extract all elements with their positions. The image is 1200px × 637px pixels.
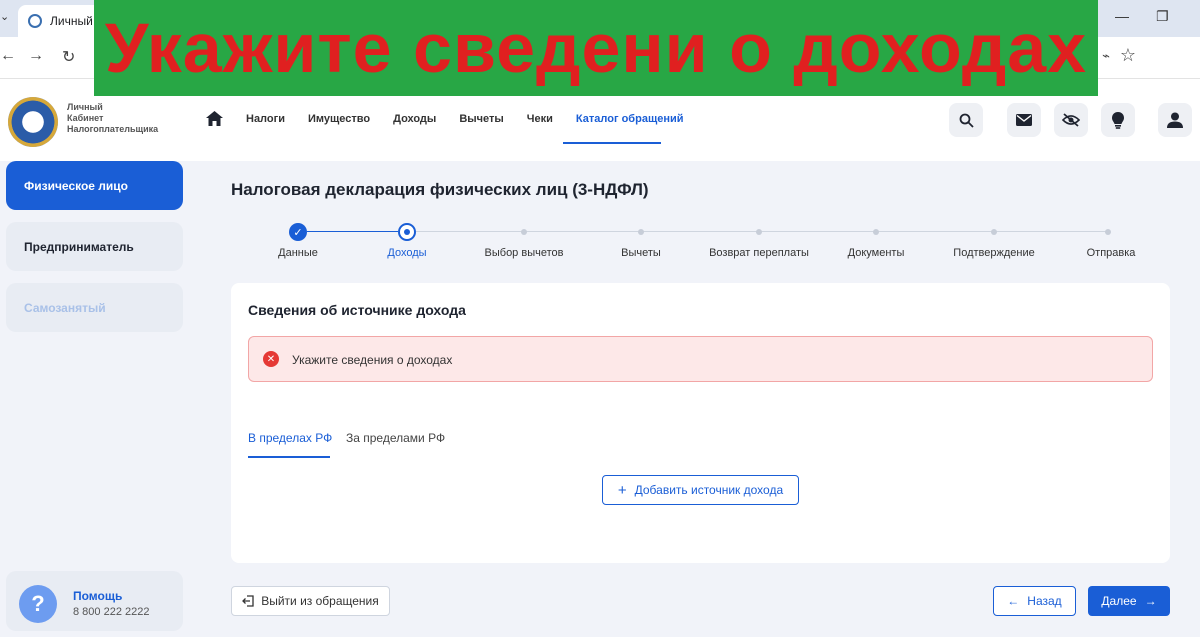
- fns-emblem-logo[interactable]: [8, 97, 58, 147]
- mail-icon: [1016, 114, 1032, 126]
- tab-list-chevron-icon[interactable]: ⌄: [0, 10, 9, 23]
- step-current-marker[interactable]: [398, 223, 416, 241]
- nav-item-deductions[interactable]: Вычеты: [459, 113, 503, 125]
- sidebar-item-self-employed: Самозанятый: [6, 283, 183, 332]
- card-title: Сведения об источнике дохода: [248, 302, 466, 318]
- exit-request-button[interactable]: Выйти из обращения: [231, 586, 390, 616]
- tab-outside-russia[interactable]: За пределами РФ: [346, 431, 445, 445]
- error-alert: ✕ Укажите сведения о доходах: [248, 336, 1153, 382]
- search-icon: [959, 113, 974, 128]
- page-title: Налоговая декларация физических лиц (3-Н…: [231, 180, 649, 199]
- step-dot: [756, 229, 762, 235]
- logo-line: Кабинет: [67, 113, 104, 123]
- tab-within-russia[interactable]: В пределах РФ: [248, 431, 332, 445]
- help-phone: 8 800 222 2222: [73, 606, 150, 618]
- back-arrow-icon[interactable]: ←: [0, 47, 16, 65]
- sidebar-item-label: Физическое лицо: [24, 178, 129, 193]
- help-title: Помощь: [73, 589, 123, 603]
- plus-icon: +: [617, 481, 627, 499]
- nav-active-indicator: [563, 142, 661, 144]
- profile-button[interactable]: [1158, 103, 1192, 137]
- step-label-income[interactable]: Доходы: [387, 247, 426, 259]
- user-icon: [1167, 112, 1183, 128]
- tab-active-indicator: [248, 456, 330, 458]
- logo-line: Налогоплательщика: [67, 124, 159, 134]
- back-button-label: Назад: [1027, 594, 1062, 608]
- forward-arrow-icon[interactable]: →: [28, 47, 44, 65]
- add-income-source-button[interactable]: + Добавить источник дохода: [602, 475, 799, 505]
- step-label-sending: Отправка: [1086, 247, 1136, 259]
- step-label-documents: Документы: [847, 247, 905, 259]
- step-label-data[interactable]: Данные: [278, 247, 318, 259]
- add-button-label: Добавить источник дохода: [634, 483, 784, 497]
- restore-window-icon[interactable]: ❐: [1156, 8, 1169, 25]
- sidebar-item-label: Предприниматель: [24, 239, 134, 254]
- minimize-icon[interactable]: —: [1115, 8, 1129, 24]
- step-label-refund: Возврат переплаты: [709, 247, 809, 259]
- nav-item-taxes[interactable]: Налоги: [246, 113, 285, 125]
- error-x-icon: ✕: [263, 351, 279, 367]
- step-done-check-icon[interactable]: ✓: [289, 223, 307, 241]
- arrow-right-icon: →: [1144, 594, 1157, 608]
- visibility-toggle-button[interactable]: [1054, 103, 1088, 137]
- search-button[interactable]: [949, 103, 983, 137]
- step-dot: [1105, 229, 1111, 235]
- next-button-label: Далее: [1101, 594, 1137, 608]
- bookmark-star-icon[interactable]: ☆: [1120, 45, 1136, 66]
- nav-item-property[interactable]: Имущество: [308, 113, 370, 125]
- sidebar-item-entrepreneur[interactable]: Предприниматель: [6, 222, 183, 271]
- banner-text: Укажите сведени о доходах: [104, 9, 1088, 87]
- step-dot: [991, 229, 997, 235]
- eye-off-icon: [1062, 113, 1080, 127]
- help-question-icon: ?: [19, 585, 57, 623]
- nav-item-requests-catalog[interactable]: Каталог обращений: [576, 113, 684, 125]
- step-dot: [521, 229, 527, 235]
- back-button[interactable]: ← Назад: [993, 586, 1076, 616]
- sidebar-item-individual[interactable]: Физическое лицо: [6, 161, 183, 210]
- income-source-card: [231, 283, 1170, 563]
- step-label-confirmation: Подтверждение: [953, 247, 1035, 259]
- arrow-left-icon: ←: [1007, 594, 1020, 608]
- nav-item-receipts[interactable]: Чеки: [527, 113, 553, 125]
- logo-line: Личный: [67, 102, 103, 112]
- step-dot: [638, 229, 644, 235]
- messages-button[interactable]: [1007, 103, 1041, 137]
- sidebar-item-label: Самозанятый: [24, 300, 106, 315]
- stepper-progress-line: [307, 231, 398, 232]
- step-label-deductions: Вычеты: [621, 247, 661, 259]
- next-button[interactable]: Далее →: [1088, 586, 1170, 616]
- home-icon[interactable]: [206, 111, 223, 126]
- overlay-banner: Укажите сведени о доходах: [94, 0, 1098, 96]
- extension-icon[interactable]: ⌁: [1102, 48, 1110, 64]
- logo-caption[interactable]: Личный Кабинет Налогоплательщика: [67, 102, 158, 135]
- tips-button[interactable]: [1101, 103, 1135, 137]
- step-label-deduction-choice: Выбор вычетов: [484, 247, 564, 259]
- nav-item-income[interactable]: Доходы: [393, 113, 436, 125]
- exit-icon: [242, 595, 254, 607]
- tab-favicon-icon: [28, 14, 42, 28]
- help-card[interactable]: ? Помощь 8 800 222 2222: [6, 571, 183, 631]
- main-nav: Налоги Имущество Доходы Вычеты Чеки Ката…: [246, 113, 707, 125]
- step-dot: [873, 229, 879, 235]
- lightbulb-icon: [1112, 111, 1124, 129]
- reload-icon[interactable]: ↻: [62, 47, 75, 67]
- exit-button-label: Выйти из обращения: [261, 594, 379, 608]
- alert-text: Укажите сведения о доходах: [292, 353, 453, 367]
- stepper-remaining-line: [416, 231, 1108, 232]
